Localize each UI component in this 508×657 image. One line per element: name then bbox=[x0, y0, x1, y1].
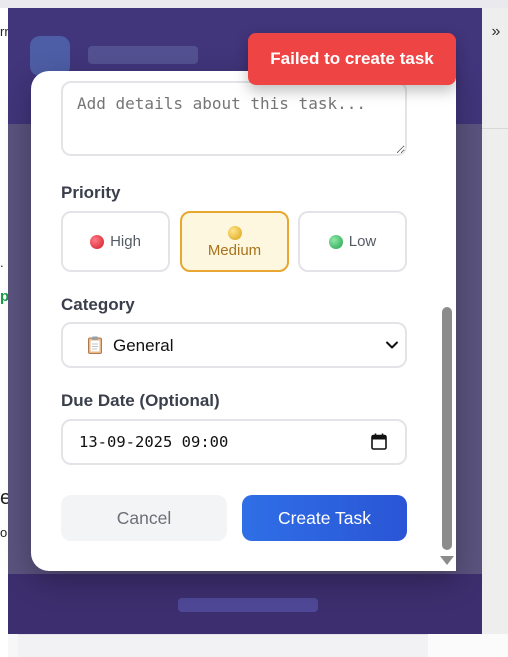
category-value: General bbox=[113, 336, 174, 355]
page-bottom-bar bbox=[18, 634, 428, 657]
priority-high-button[interactable]: High bbox=[61, 211, 170, 272]
cancel-button[interactable]: Cancel bbox=[61, 495, 227, 541]
calendar-icon[interactable] bbox=[371, 433, 387, 450]
priority-medium-button[interactable]: Medium bbox=[180, 211, 289, 272]
page-right-column bbox=[482, 8, 508, 657]
create-task-modal: Priority High Medium Low Category Genera… bbox=[31, 71, 456, 571]
category-label: Category bbox=[61, 295, 135, 314]
category-select[interactable]: General bbox=[61, 322, 407, 368]
yellow-circle-icon bbox=[227, 226, 242, 240]
priority-label: Priority bbox=[61, 183, 121, 202]
due-date-label: Due Date (Optional) bbox=[61, 391, 220, 410]
priority-option-label: Medium bbox=[207, 242, 262, 259]
green-circle-icon bbox=[328, 234, 343, 249]
page-text-fragment: o bbox=[0, 525, 8, 540]
page-text-fragment: . bbox=[0, 255, 4, 270]
modal-scrollbar-thumb[interactable] bbox=[442, 307, 452, 550]
priority-low-button[interactable]: Low bbox=[298, 211, 407, 272]
scroll-down-arrow-icon[interactable] bbox=[440, 556, 454, 565]
clipboard-icon bbox=[88, 336, 102, 354]
due-date-value: 13-09-2025 09:00 bbox=[79, 433, 229, 451]
create-task-button[interactable]: Create Task bbox=[242, 495, 407, 541]
description-textarea[interactable] bbox=[61, 81, 407, 156]
red-circle-icon bbox=[90, 234, 105, 249]
priority-option-label: Low bbox=[348, 233, 377, 250]
chevron-down-icon bbox=[386, 341, 398, 349]
due-date-input[interactable]: 13-09-2025 09:00 bbox=[61, 419, 407, 465]
page-bottom-right bbox=[428, 634, 508, 657]
extensions-overflow-button[interactable]: » bbox=[486, 20, 506, 44]
error-toast: Failed to create task bbox=[248, 33, 456, 85]
page-left-column bbox=[0, 8, 8, 657]
browser-top-strip bbox=[0, 0, 508, 8]
priority-option-label: High bbox=[110, 233, 141, 250]
